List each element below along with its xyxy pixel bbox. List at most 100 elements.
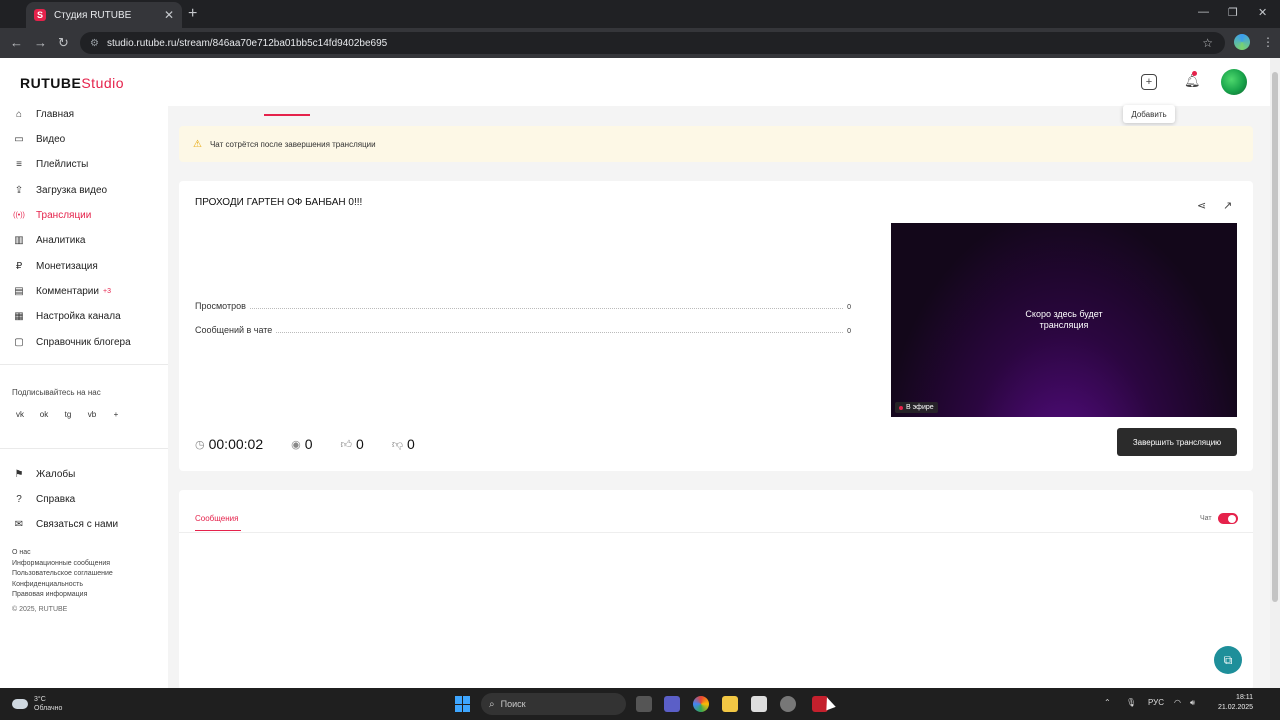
viewers-metric: ◉ 0 — [291, 436, 313, 452]
reload-icon[interactable]: ↻ — [58, 35, 69, 51]
language-indicator[interactable]: РУС — [1148, 698, 1164, 707]
forward-icon[interactable]: → — [34, 35, 47, 50]
notification-dot — [1192, 71, 1197, 76]
volume-icon[interactable]: 🔊︎ — [1190, 698, 1195, 708]
sidebar-item-streams[interactable]: ((•)) Трансляции — [12, 207, 91, 223]
warning-text: Чат сотрётся после завершения трансляции — [209, 139, 376, 149]
chat-tab-indicator — [195, 530, 241, 531]
footer-link[interactable]: Пользовательское соглашение — [12, 569, 113, 580]
sidebar: ⌂ Главная ▭ Видео ≡ Плейлисты ⇪ Загрузка вид… — [0, 106, 168, 688]
microphone-icon[interactable]: 🎙︎ — [1126, 698, 1136, 707]
footer-link[interactable]: Конфиденциальность — [12, 580, 113, 591]
add-content-icon[interactable]: + — [1141, 74, 1157, 90]
stream-title: ПРОХОДИ ГАРТЕН ОФ БАНБАН 0!!! — [195, 197, 363, 208]
viber-icon[interactable]: vb — [84, 406, 100, 422]
footer-links: О нас Информационные сообщения Пользоват… — [12, 548, 113, 601]
share-icon[interactable]: ⋖ — [1197, 199, 1206, 212]
chat-toggle-label: Чат — [1200, 515, 1212, 522]
page-scrollbar[interactable] — [1270, 58, 1280, 688]
sidebar-item-playlists[interactable]: ≡ Плейлисты — [12, 156, 88, 172]
teams-icon[interactable] — [664, 696, 680, 712]
tab-close-icon[interactable]: ✕ — [164, 8, 174, 22]
site-info-icon[interactable]: ⚙ — [90, 38, 99, 49]
dislikes-metric: 👎︎ 0 — [391, 436, 415, 452]
ok-icon[interactable]: ok — [36, 406, 52, 422]
file-explorer-icon[interactable] — [722, 696, 738, 712]
taskbar-clock[interactable]: 18:11 21.02.2025 — [1218, 693, 1253, 713]
browser-tab[interactable]: S Студия RUTUBE ✕ — [26, 2, 182, 28]
wifi-icon[interactable]: ◠ — [1174, 698, 1181, 707]
playlist-icon: ≡ — [16, 158, 22, 170]
chat-warning-banner: ⚠ Чат сотрётся после завершения трансляц… — [179, 126, 1253, 162]
help-icon: ? — [16, 493, 22, 505]
open-external-icon[interactable]: ↗ — [1223, 199, 1232, 212]
sidebar-item-comments[interactable]: ▤ Комментарии +3 — [12, 283, 111, 299]
live-dot-icon — [899, 405, 903, 410]
home-icon: ⌂ — [15, 108, 23, 120]
rutube-studio-page: RUTUBEStudio + 🔔︎ Добавить ⌂ Главная ▭ Вид… — [0, 58, 1270, 688]
more-socials-icon[interactable]: + — [108, 406, 124, 422]
footer-link[interactable]: Правовая информация — [12, 590, 113, 601]
store-icon[interactable] — [751, 696, 767, 712]
chat-divider — [179, 532, 1253, 533]
viewers-icon: ◉ — [291, 438, 301, 451]
footer-link[interactable]: Информационные сообщения — [12, 559, 113, 570]
bookmark-star-icon[interactable]: ☆ — [1202, 36, 1213, 50]
vk-icon[interactable]: vk — [12, 406, 28, 422]
timer-metric: ◷ 00:00:02 — [195, 436, 264, 452]
weather-widget[interactable]: 3°C Облачно — [12, 695, 62, 713]
back-icon[interactable]: ← — [10, 35, 23, 50]
stream-metrics: ◷ 00:00:02 ◉ 0 👍︎ 0 👎︎ 0 — [195, 436, 443, 452]
address-bar[interactable]: ⚙ studio.rutube.ru/stream/846aa70e712ba0… — [80, 32, 1225, 54]
browser-tabbar: S Студия RUTUBE ✕ + — ❐ ✕ — [0, 0, 1280, 28]
sidebar-item-complaints[interactable]: ⚑ Жалобы — [12, 466, 76, 482]
start-button[interactable] — [455, 696, 471, 712]
copyright: © 2025, RUTUBE — [12, 606, 68, 613]
sidebar-divider — [0, 364, 168, 365]
user-avatar[interactable] — [1221, 69, 1247, 95]
sidebar-item-upload[interactable]: ⇪ Загрузка видео — [12, 182, 107, 198]
chrome-icon[interactable] — [693, 696, 709, 712]
new-tab-icon[interactable]: + — [188, 5, 197, 23]
window-close-icon[interactable]: ✕ — [1258, 6, 1267, 19]
windows-taskbar: 3°C Облачно ⌕ Поиск ⌃ 🎙︎ РУС ◠ 🔊︎ 18:11 21.… — [0, 688, 1280, 720]
chat-toggle[interactable] — [1218, 513, 1238, 524]
sidebar-item-contact[interactable]: ✉ Связаться с нами — [12, 516, 118, 532]
footer-link[interactable]: О нас — [12, 548, 113, 559]
sidebar-item-video[interactable]: ▭ Видео — [12, 131, 65, 147]
sidebar-item-analytics[interactable]: ▥ Аналитика — [12, 232, 85, 248]
sidebar-item-channel-settings[interactable]: ▦ Настройка канала — [12, 308, 120, 324]
sidebar-item-help[interactable]: ? Справка — [12, 491, 75, 507]
browser-toolbar: ← → ↻ ⚙ studio.rutube.ru/stream/846aa70e… — [0, 28, 1280, 58]
browser-menu-icon[interactable]: ⋮ — [1262, 35, 1274, 49]
end-stream-button[interactable]: Завершить трансляцию — [1117, 428, 1237, 456]
studio-header: RUTUBEStudio + 🔔︎ Добавить — [0, 58, 1270, 123]
chat-messages-stat: Сообщений в чате 0 — [195, 325, 851, 335]
tray-overflow-icon[interactable]: ⌃ — [1104, 698, 1111, 707]
window-maximize-icon[interactable]: ❐ — [1228, 6, 1238, 19]
warning-icon: ⚠ — [193, 138, 202, 150]
support-chat-icon[interactable]: ⧉ — [1214, 646, 1242, 674]
views-stat: Просмотров 0 — [195, 301, 851, 311]
window-minimize-icon[interactable]: — — [1198, 6, 1209, 18]
likes-metric: 👍︎ 0 — [340, 436, 364, 452]
comments-icon: ▤ — [14, 285, 24, 297]
scrollbar-thumb[interactable] — [1272, 72, 1278, 602]
clock-icon: ◷ — [195, 438, 205, 451]
social-links: vk ok tg vb + — [12, 406, 124, 422]
sidebar-item-blogger-guide[interactable]: ▢ Справочник блогера — [12, 334, 130, 350]
sidebar-item-home[interactable]: ⌂ Главная — [12, 106, 74, 122]
thumbs-up-icon: 👍︎ — [340, 438, 353, 451]
telegram-icon[interactable]: tg — [60, 406, 76, 422]
taskbar-search[interactable]: ⌕ Поиск — [481, 693, 626, 715]
task-view-icon[interactable] — [636, 696, 652, 712]
sidebar-item-monetization[interactable]: ₽ Монетизация — [12, 258, 98, 274]
comments-badge: +3 — [102, 287, 111, 295]
notifications-bell-icon[interactable]: 🔔︎ — [1184, 71, 1201, 89]
app-icon[interactable] — [780, 696, 796, 712]
rutube-studio-logo[interactable]: RUTUBEStudio — [20, 75, 124, 91]
tab-messages[interactable]: Сообщения — [195, 514, 238, 523]
browser-profile-icon[interactable] — [1234, 34, 1250, 50]
stream-preview[interactable]: Скоро здесь будет трансляция В эфире — [891, 223, 1237, 417]
mail-icon: ✉ — [14, 518, 24, 530]
